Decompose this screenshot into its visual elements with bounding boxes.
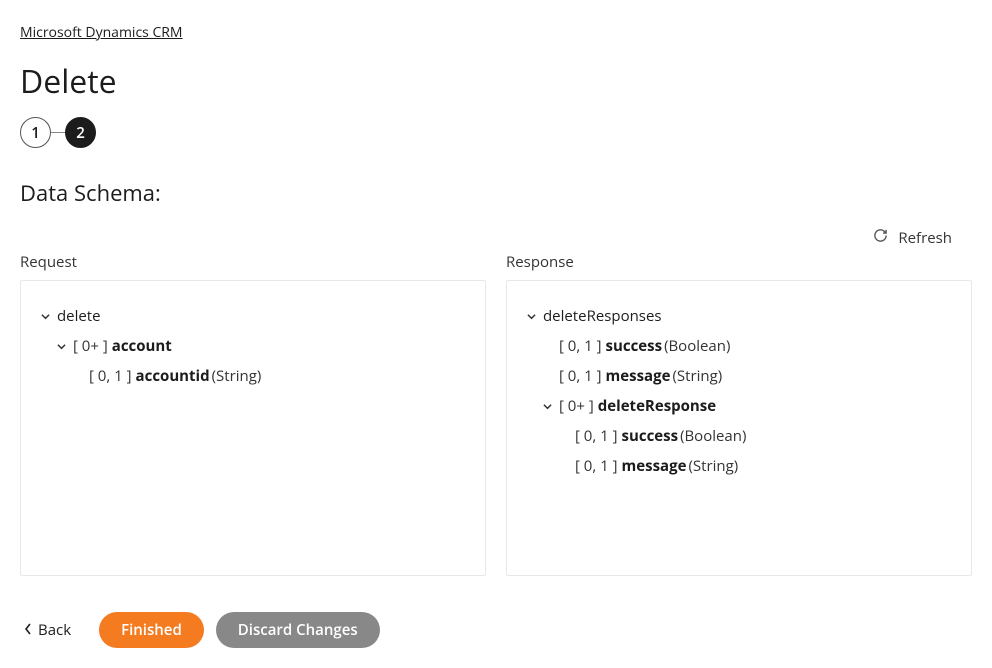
cardinality: [ 0, 1 ] <box>575 424 618 448</box>
node-type: (String) <box>688 454 738 478</box>
node-type: (Boolean) <box>664 334 730 358</box>
request-header: Request <box>20 252 486 272</box>
node-label: deleteResponse <box>598 394 716 418</box>
node-type: (String) <box>212 364 262 388</box>
cardinality: [ 0, 1 ] <box>559 364 602 388</box>
tree-node-deleteresponse[interactable]: [ 0+ ] deleteResponse <box>523 391 955 421</box>
back-button[interactable]: Back <box>20 614 75 646</box>
tree-node-message[interactable]: [ 0, 1 ] message (String) <box>523 361 955 391</box>
cardinality: [ 0+ ] <box>73 334 108 358</box>
breadcrumb-link[interactable]: Microsoft Dynamics CRM <box>20 23 183 42</box>
node-type: (String) <box>672 364 722 388</box>
finished-button[interactable]: Finished <box>99 612 204 648</box>
chevron-down-icon <box>539 402 555 411</box>
node-label: deleteResponses <box>543 304 662 328</box>
node-label: message <box>622 454 687 478</box>
request-column: Request delete [ 0+ ] account [ 0, 1 ] a… <box>20 252 486 576</box>
tree-node-deleteresponses[interactable]: deleteResponses <box>523 301 955 331</box>
page-title: Delete <box>20 60 972 103</box>
node-label: success <box>622 424 679 448</box>
node-label: delete <box>57 304 101 328</box>
stepper: 1 2 <box>20 117 972 148</box>
chevron-down-icon <box>37 312 53 321</box>
refresh-button[interactable]: Refresh <box>873 228 952 248</box>
request-panel: delete [ 0+ ] account [ 0, 1 ] accountid… <box>20 280 486 576</box>
node-type: (Boolean) <box>680 424 746 448</box>
response-header: Response <box>506 252 972 272</box>
node-label: account <box>112 334 172 358</box>
back-label: Back <box>38 620 71 640</box>
node-label: accountid <box>136 364 210 388</box>
tree-node-accountid[interactable]: [ 0, 1 ] accountid (String) <box>37 361 469 391</box>
tree-node-message-inner[interactable]: [ 0, 1 ] message (String) <box>523 451 955 481</box>
tree-node-success-inner[interactable]: [ 0, 1 ] success (Boolean) <box>523 421 955 451</box>
chevron-down-icon <box>53 342 69 351</box>
cardinality: [ 0, 1 ] <box>575 454 618 478</box>
section-title: Data Schema: <box>20 178 972 208</box>
tree-node-delete[interactable]: delete <box>37 301 469 331</box>
cardinality: [ 0+ ] <box>559 394 594 418</box>
step-connector <box>51 132 65 133</box>
response-column: Response deleteResponses [ 0, 1 ] succes… <box>506 252 972 576</box>
cardinality: [ 0, 1 ] <box>559 334 602 358</box>
cardinality: [ 0, 1 ] <box>89 364 132 388</box>
chevron-left-icon <box>24 620 32 640</box>
node-label: message <box>606 364 671 388</box>
refresh-label: Refresh <box>898 228 952 248</box>
chevron-down-icon <box>523 312 539 321</box>
tree-node-success[interactable]: [ 0, 1 ] success (Boolean) <box>523 331 955 361</box>
tree-node-account[interactable]: [ 0+ ] account <box>37 331 469 361</box>
step-1[interactable]: 1 <box>20 117 51 148</box>
discard-changes-button[interactable]: Discard Changes <box>216 612 380 648</box>
step-2[interactable]: 2 <box>65 117 96 148</box>
refresh-icon <box>873 228 888 248</box>
node-label: success <box>606 334 663 358</box>
response-panel: deleteResponses [ 0, 1 ] success (Boolea… <box>506 280 972 576</box>
